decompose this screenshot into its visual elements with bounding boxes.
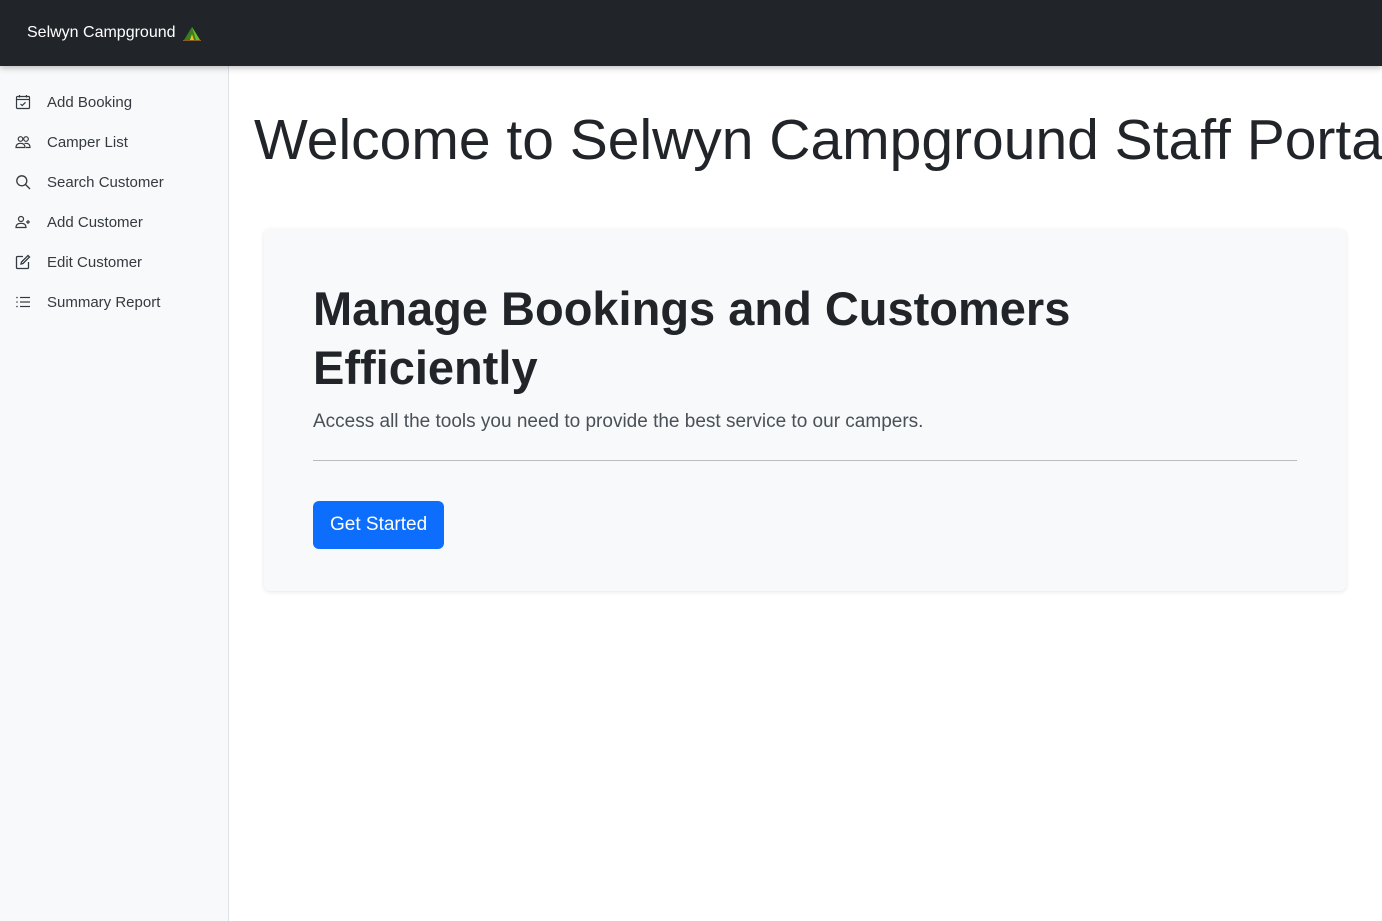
tent-icon [182, 25, 201, 41]
search-icon [14, 173, 32, 191]
hero-heading: Manage Bookings and Customers Efficientl… [313, 282, 1071, 394]
brand-link[interactable]: Selwyn Campground [27, 24, 201, 42]
sidebar: Add Booking Camper List Search Customer [0, 66, 229, 921]
list-icon [14, 293, 32, 311]
sidebar-item-add-customer[interactable]: Add Customer [0, 202, 228, 242]
divider [313, 460, 1297, 461]
sidebar-item-add-booking[interactable]: Add Booking [0, 82, 228, 122]
people-icon [14, 133, 32, 151]
sidebar-item-summary-report[interactable]: Summary Report [0, 282, 228, 322]
sidebar-item-label: Add Booking [47, 93, 133, 111]
sidebar-item-search-customer[interactable]: Search Customer [0, 162, 228, 202]
get-started-button[interactable]: Get Started [313, 501, 445, 549]
page-title: Welcome to Selwyn Campground Staff Porta… [254, 108, 1382, 172]
sidebar-item-edit-customer[interactable]: Edit Customer [0, 242, 228, 282]
sidebar-item-label: Edit Customer [47, 253, 143, 271]
main-content: Welcome to Selwyn Campground Staff Porta… [229, 66, 1382, 921]
calendar-check-icon [14, 93, 32, 111]
top-navbar: Selwyn Campground [0, 0, 1382, 66]
pencil-square-icon [14, 253, 32, 271]
hero-card: Manage Bookings and Customers Efficientl… [264, 229, 1346, 591]
sidebar-item-label: Summary Report [47, 293, 161, 311]
brand-name: Selwyn Campground [27, 24, 176, 41]
sidebar-item-label: Add Customer [47, 213, 143, 231]
sidebar-item-label: Search Customer [47, 173, 164, 191]
person-add-icon [14, 213, 32, 231]
sidebar-item-label: Camper List [47, 133, 128, 151]
hero-lead-text: Access all the tools you need to provide… [313, 411, 924, 432]
sidebar-item-camper-list[interactable]: Camper List [0, 122, 228, 162]
